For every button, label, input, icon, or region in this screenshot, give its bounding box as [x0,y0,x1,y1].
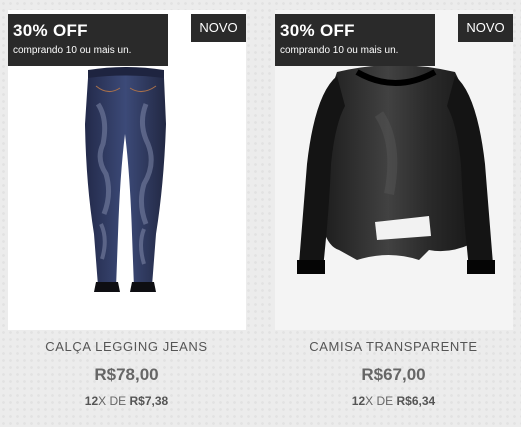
installments-count: 12 [84,394,99,408]
installment-value: R$7,38 [129,394,169,408]
promo-subtitle: comprando 10 ou mais un. [13,45,132,56]
product-info: CAMISA TRANSPARENTE R$67,00 12X DE R$6,3… [271,338,516,409]
product-card-calca-legging-jeans[interactable]: 30% OFF comprando 10 ou mais un. NOVO CA… [4,4,249,422]
product-price: R$78,00 [94,365,159,384]
promo-subtitle: comprando 10 ou mais un. [280,45,399,56]
installments-label: X DE [365,394,394,408]
installment-value: R$6,34 [396,394,436,408]
product-name[interactable]: CALÇA LEGGING JEANS [4,338,249,356]
new-badge: NOVO [191,14,246,42]
jeans-legging-image[interactable] [68,64,183,294]
promo-banner: 30% OFF comprando 10 ou mais un. [275,14,435,66]
installments-text: 12X DE R$6,34 [271,393,516,409]
installments-label: X DE [98,394,127,408]
product-info: CALÇA LEGGING JEANS R$78,00 12X DE R$7,3… [4,338,249,409]
promo-title: 30% OFF [13,21,88,40]
installments-count: 12 [351,394,366,408]
promo-banner: 30% OFF comprando 10 ou mais un. [8,14,168,66]
product-card-camisa-transparente[interactable]: 30% OFF comprando 10 ou mais un. NOVO CA… [271,4,516,422]
sheer-blouse-image[interactable] [279,54,511,290]
product-image-frame[interactable]: 30% OFF comprando 10 ou mais un. NOVO [8,10,246,330]
promo-title: 30% OFF [280,21,355,40]
product-image-frame[interactable]: 30% OFF comprando 10 ou mais un. NOVO [275,10,513,330]
product-price: R$67,00 [361,365,426,384]
product-name[interactable]: CAMISA TRANSPARENTE [271,338,516,356]
new-badge: NOVO [458,14,513,42]
installments-text: 12X DE R$7,38 [4,393,249,409]
